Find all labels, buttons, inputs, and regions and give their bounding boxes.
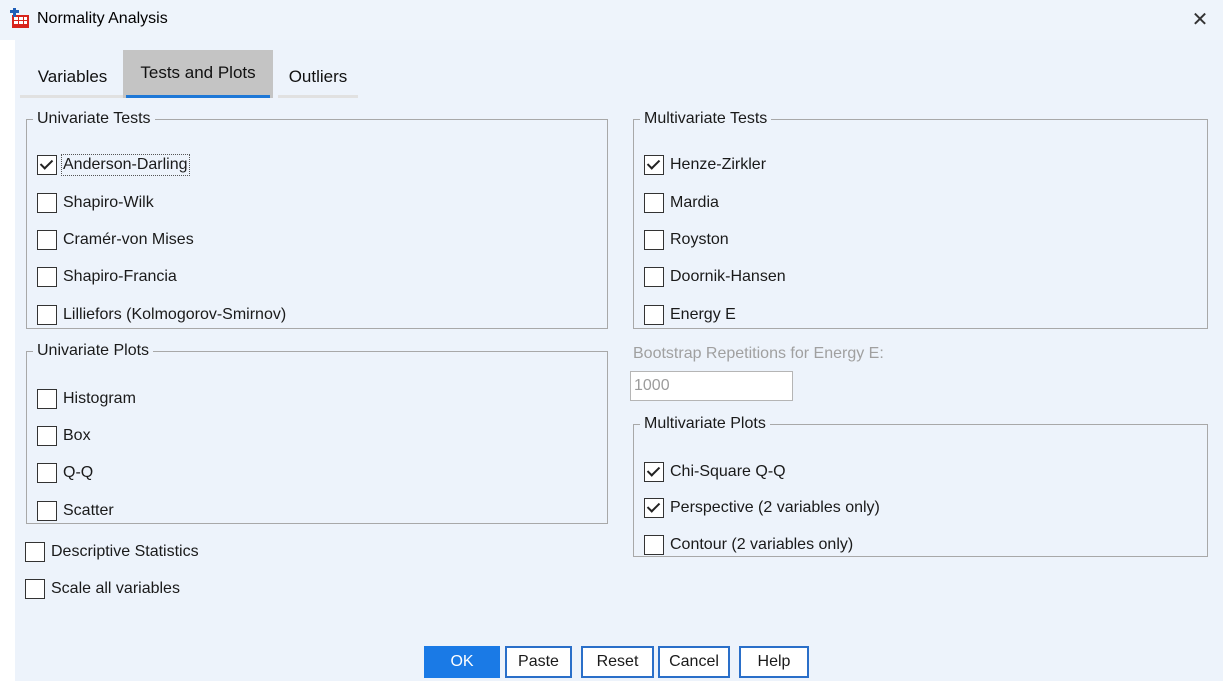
checkbox-box[interactable] (37, 389, 57, 409)
box-checkbox[interactable]: Box (37, 424, 91, 448)
energy-e-checkbox[interactable]: Energy E (644, 303, 736, 327)
checkbox-box[interactable] (644, 535, 664, 555)
checkbox-box[interactable] (644, 267, 664, 287)
mardia-label: Mardia (670, 194, 719, 211)
box-label: Box (63, 427, 91, 444)
doornik-hansen-checkbox[interactable]: Doornik-Hansen (644, 265, 786, 289)
reset-button[interactable]: Reset (581, 646, 654, 678)
scale-all-variables-label: Scale all variables (51, 580, 180, 597)
checkbox-box[interactable] (25, 579, 45, 599)
henze-zirkler-checkbox[interactable]: Henze-Zirkler (644, 153, 766, 177)
descriptive-statistics-label: Descriptive Statistics (51, 543, 199, 560)
energy-e-label: Energy E (670, 306, 736, 323)
perspective-checkbox[interactable]: Perspective (2 variables only) (644, 496, 880, 520)
qq-checkbox[interactable]: Q-Q (37, 461, 93, 485)
tab-outliers-label: Outliers (288, 67, 348, 86)
tab-outliers[interactable]: Outliers (278, 56, 358, 98)
contour-checkbox[interactable]: Contour (2 variables only) (644, 533, 853, 557)
bootstrap-repetitions-label: Bootstrap Repetitions for Energy E: (633, 345, 884, 362)
checkbox-box[interactable] (644, 155, 664, 175)
help-button[interactable]: Help (739, 646, 809, 678)
qq-label: Q-Q (63, 464, 94, 481)
checkbox-box[interactable] (37, 267, 57, 287)
checkbox-box[interactable] (37, 193, 57, 213)
bootstrap-repetitions-input[interactable] (630, 371, 793, 401)
lilliefors-checkbox[interactable]: Lilliefors (Kolmogorov-Smirnov) (37, 303, 286, 327)
royston-checkbox[interactable]: Royston (644, 228, 729, 252)
henze-zirkler-label: Henze-Zirkler (670, 156, 767, 173)
checkbox-box[interactable] (37, 305, 57, 325)
royston-label: Royston (670, 231, 729, 248)
scale-all-variables-checkbox[interactable]: Scale all variables (25, 577, 180, 601)
title-bar: Normality Analysis ✕ (0, 0, 1223, 40)
checkbox-box[interactable] (644, 462, 664, 482)
histogram-label: Histogram (63, 390, 136, 407)
checkbox-box[interactable] (644, 305, 664, 325)
active-tab-indicator (126, 95, 270, 98)
checkbox-box[interactable] (644, 230, 664, 250)
univariate-plots-group: Univariate Plots Histogram Box Q-Q Scatt… (26, 342, 608, 524)
checkbox-box[interactable] (37, 501, 57, 521)
app-icon (10, 8, 29, 28)
tab-underline (20, 95, 125, 98)
multivariate-plots-legend: Multivariate Plots (644, 415, 766, 432)
tab-tests-and-plots-label: Tests and Plots (140, 63, 256, 82)
univariate-tests-group: Univariate Tests Anderson-Darling Shapir… (26, 110, 608, 329)
doornik-hansen-label: Doornik-Hansen (670, 268, 786, 285)
close-icon: ✕ (1191, 9, 1209, 31)
histogram-checkbox[interactable]: Histogram (37, 387, 136, 411)
multivariate-plots-group: Multivariate Plots Chi-Square Q-Q Perspe… (633, 415, 1208, 557)
scatter-checkbox[interactable]: Scatter (37, 499, 114, 523)
checkbox-box[interactable] (37, 463, 57, 483)
paste-button[interactable]: Paste (505, 646, 572, 678)
checkbox-box[interactable] (25, 542, 45, 562)
contour-label: Contour (2 variables only) (670, 536, 854, 553)
checkbox-box[interactable] (37, 426, 57, 446)
checkbox-box[interactable] (644, 193, 664, 213)
mardia-checkbox[interactable]: Mardia (644, 191, 719, 215)
anderson-darling-label: Anderson-Darling (61, 154, 190, 176)
descriptive-statistics-checkbox[interactable]: Descriptive Statistics (25, 540, 199, 564)
checkbox-box[interactable] (37, 155, 57, 175)
checkbox-box[interactable] (644, 498, 664, 518)
tab-tests-and-plots[interactable]: Tests and Plots (123, 50, 273, 98)
tab-variables-label: Variables (37, 67, 108, 86)
chi-square-qq-label: Chi-Square Q-Q (670, 463, 786, 480)
shapiro-wilk-checkbox[interactable]: Shapiro-Wilk (37, 191, 154, 215)
tab-variables[interactable]: Variables (20, 56, 125, 98)
shapiro-francia-checkbox[interactable]: Shapiro-Francia (37, 265, 177, 289)
chi-square-qq-checkbox[interactable]: Chi-Square Q-Q (644, 460, 786, 484)
lilliefors-label: Lilliefors (Kolmogorov-Smirnov) (63, 306, 287, 323)
anderson-darling-checkbox[interactable]: Anderson-Darling (37, 153, 190, 177)
cramer-von-mises-checkbox[interactable]: Cramér-von Mises (37, 228, 194, 252)
checkbox-box[interactable] (37, 230, 57, 250)
close-button[interactable]: ✕ (1177, 0, 1223, 40)
univariate-tests-legend: Univariate Tests (37, 110, 151, 127)
univariate-plots-legend: Univariate Plots (37, 342, 150, 359)
window-title: Normality Analysis (37, 10, 168, 27)
ok-button[interactable]: OK (424, 646, 500, 678)
scatter-label: Scatter (63, 502, 114, 519)
multivariate-tests-legend: Multivariate Tests (644, 110, 768, 127)
shapiro-francia-label: Shapiro-Francia (63, 268, 177, 285)
multivariate-tests-group: Multivariate Tests Henze-Zirkler Mardia … (633, 110, 1208, 329)
cramer-von-mises-label: Cramér-von Mises (63, 231, 194, 248)
shapiro-wilk-label: Shapiro-Wilk (63, 194, 154, 211)
perspective-label: Perspective (2 variables only) (670, 499, 880, 516)
tab-underline (278, 95, 358, 98)
cancel-button[interactable]: Cancel (658, 646, 730, 678)
